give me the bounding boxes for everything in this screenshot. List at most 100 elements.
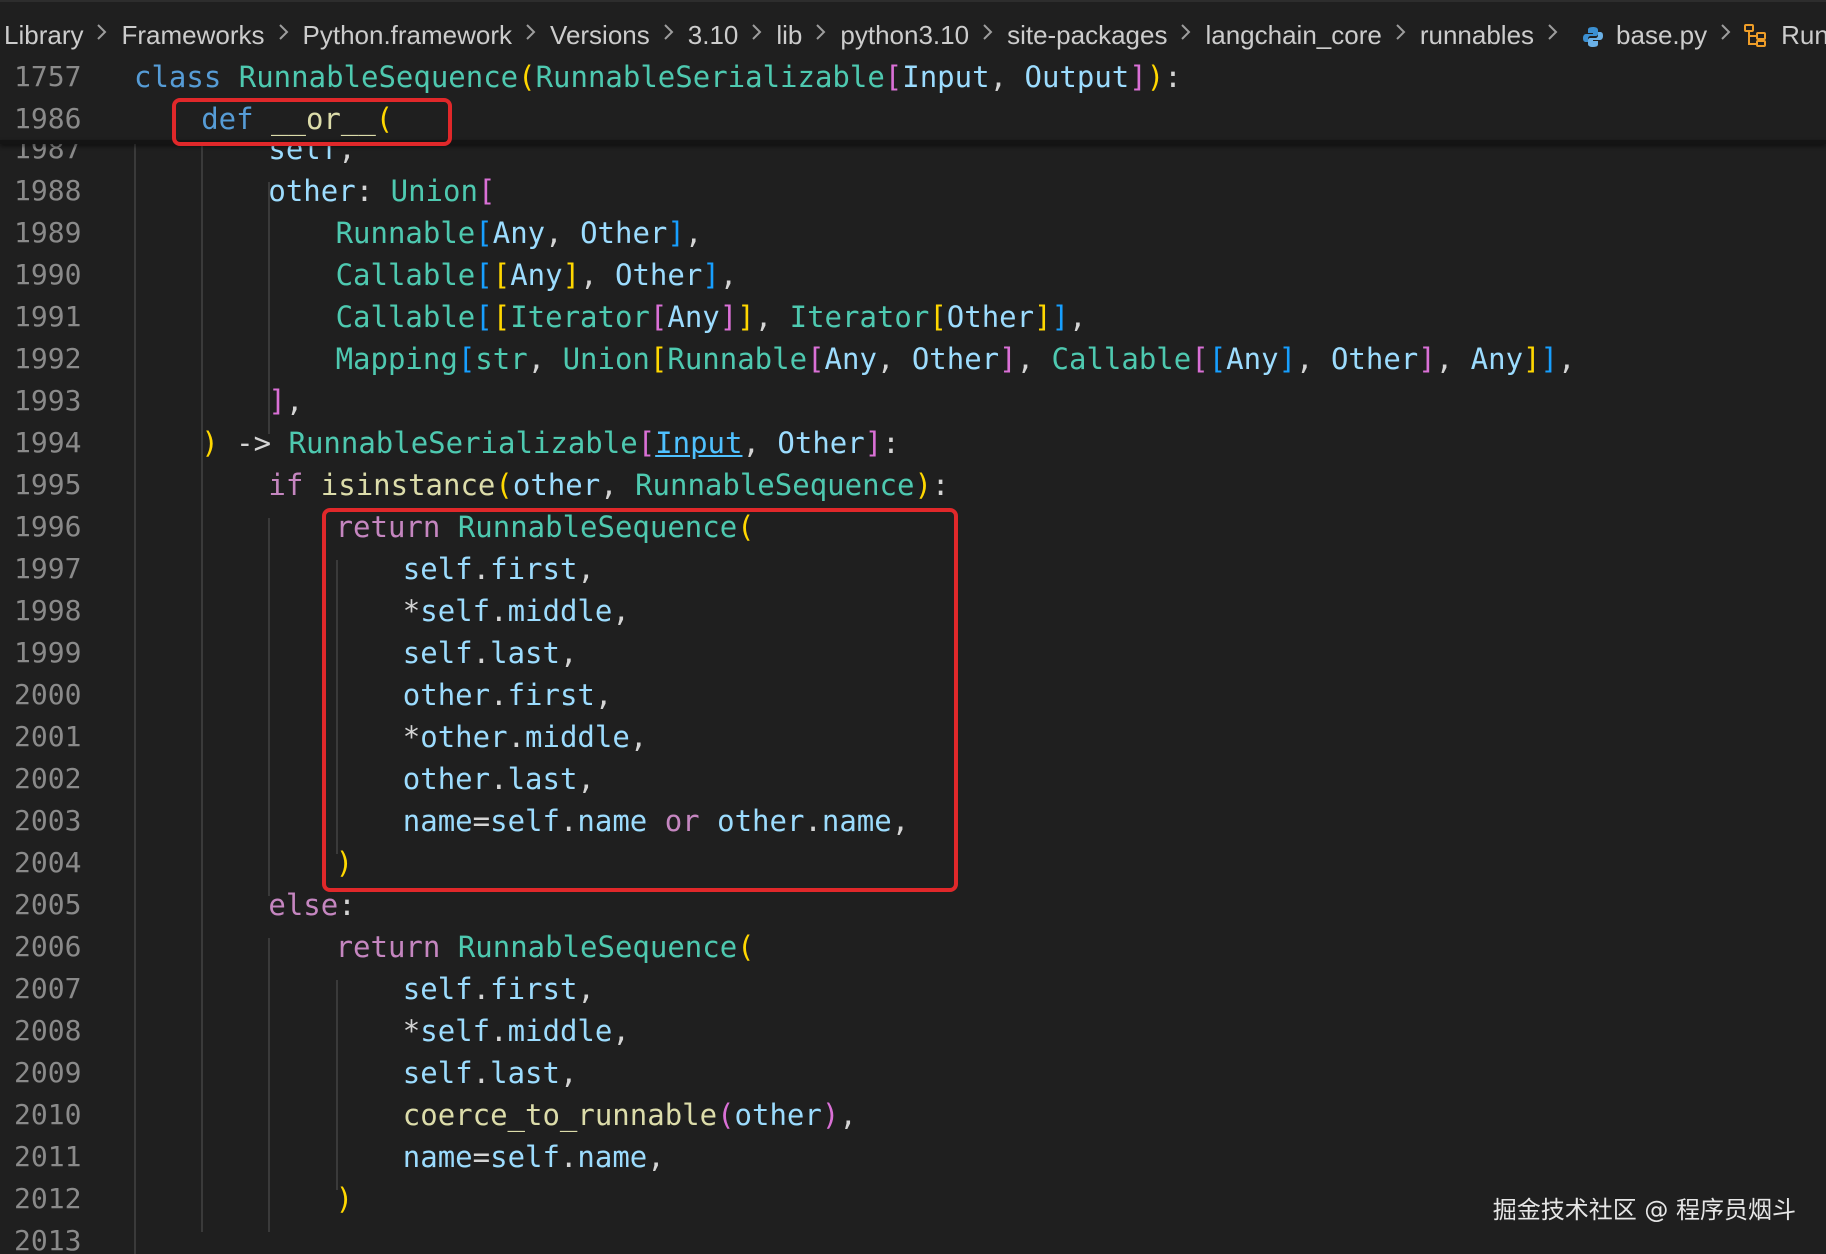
- line-number: 1997: [14, 552, 82, 585]
- code-token: ,: [1069, 300, 1087, 334]
- breadcrumb-symbol[interactable]: Run: [1775, 20, 1826, 51]
- code-token: coerce_to_runnable: [402, 1098, 718, 1132]
- line-number: 2013: [14, 1224, 82, 1254]
- code-line[interactable]: 1993],: [0, 380, 1826, 422]
- code-text: Mapping[str, Union[Runnable[Any, Other],…: [336, 338, 1576, 380]
- code-token: ]: [702, 258, 720, 292]
- code-token: .: [472, 972, 491, 1006]
- editor-pane[interactable]: 1987 self, 1988 other: Union[1989 Runnable[A…: [0, 0, 1826, 1254]
- line-number: 1988: [14, 174, 82, 207]
- breadcrumb-item[interactable]: Frameworks: [115, 20, 270, 51]
- code-line[interactable]: 2006 return RunnableSequence(: [0, 926, 1826, 968]
- code-token: Other: [1330, 342, 1419, 376]
- code-token: middle: [507, 1014, 613, 1048]
- code-token: *: [402, 1014, 421, 1048]
- code-token: (: [737, 930, 755, 964]
- code-token: self: [490, 1140, 560, 1174]
- code-token: name: [577, 1140, 648, 1174]
- code-token: Other: [946, 300, 1035, 334]
- code-token: (: [717, 1098, 735, 1132]
- code-token: if: [268, 468, 321, 502]
- code-token: last: [490, 1056, 560, 1090]
- code-token: Any: [492, 216, 546, 250]
- line-number: 1994: [14, 426, 82, 459]
- code-token: :: [355, 174, 391, 208]
- code-token: ]: [1051, 300, 1070, 334]
- code-line[interactable]: 1995 if isinstance(other, RunnableSequenc…: [0, 464, 1826, 506]
- code-editor-window: 1987 self, 1988 other: Union[1989 Runnable[A…: [0, 0, 1826, 1254]
- breadcrumb-item[interactable]: site-packages: [1001, 20, 1173, 51]
- code-token: Runnable: [667, 342, 808, 376]
- code-token: ]: [737, 300, 755, 334]
- code-line[interactable]: 1991 Callable[[Iterator[Any]], Iterator[O…: [0, 296, 1826, 338]
- breadcrumb-file[interactable]: base.py: [1610, 20, 1713, 51]
- line-number: 2005: [14, 888, 82, 921]
- line-number: 1993: [14, 384, 82, 417]
- code-line[interactable]: 2010 coerce_to_runnable(other),: [0, 1094, 1826, 1136]
- breadcrumb-item[interactable]: langchain_core: [1199, 20, 1387, 51]
- breadcrumb-item[interactable]: Library: [0, 20, 89, 51]
- code-token: Any: [1470, 342, 1524, 376]
- line-number: 2003: [14, 804, 82, 837]
- code-token: [: [477, 174, 496, 208]
- code-token: ): [335, 1182, 354, 1216]
- line-number: 1992: [14, 342, 82, 375]
- code-token: [: [649, 342, 668, 376]
- chevron-right-icon: [1173, 21, 1199, 49]
- code-token: other: [512, 468, 601, 502]
- code-token: (: [495, 468, 513, 502]
- code-token: [: [475, 258, 493, 292]
- code-line[interactable]: 1989 Runnable[Any, Other],: [0, 212, 1826, 254]
- code-token: ]: [268, 384, 286, 418]
- code-token: RunnableSequence: [457, 930, 738, 964]
- code-token: other: [734, 1098, 822, 1132]
- code-token: [: [492, 300, 511, 334]
- code-token: Other: [615, 258, 703, 292]
- chevron-right-icon: [1540, 21, 1566, 49]
- code-token: ): [914, 468, 932, 502]
- code-token: [: [457, 342, 476, 376]
- code-line[interactable]: 2007 self.first,: [0, 968, 1826, 1010]
- code-token: Any: [510, 258, 563, 292]
- code-text: ) -> RunnableSerializable[Input, Other]:: [201, 422, 899, 464]
- line-number: 2000: [14, 678, 82, 711]
- breadcrumb-item[interactable]: Python.framework: [297, 20, 519, 51]
- code-line[interactable]: 2008 *self.middle,: [0, 1010, 1826, 1052]
- breadcrumb-item[interactable]: 3.10: [682, 20, 745, 51]
- code-token: Callable: [1051, 342, 1192, 376]
- code-line[interactable]: 2013: [0, 1220, 1826, 1254]
- code-line[interactable]: 1988 other: Union[: [0, 170, 1826, 212]
- breadcrumb-item[interactable]: Versions: [544, 20, 656, 51]
- code-line[interactable]: 2009 self.last,: [0, 1052, 1826, 1094]
- code-token: ->: [218, 426, 289, 460]
- breadcrumb-item[interactable]: lib: [770, 20, 808, 51]
- code-line[interactable]: 1990 Callable[[Any], Other],: [0, 254, 1826, 296]
- code-text: Runnable[Any, Other],: [336, 212, 703, 254]
- code-token: ,: [612, 1014, 630, 1048]
- code-token: [: [1191, 342, 1209, 376]
- code-token: :: [338, 888, 356, 922]
- code-line[interactable]: 2011 name=self.name,: [0, 1136, 1826, 1178]
- line-number: 1995: [14, 468, 82, 501]
- code-line[interactable]: 1994 ) -> RunnableSerializable[Input, Oth…: [0, 422, 1826, 464]
- code-token: ,: [1557, 342, 1576, 376]
- code-text: self.last,: [403, 1052, 578, 1094]
- chevron-right-icon: [975, 21, 1001, 49]
- code-line[interactable]: 1992 Mapping[str, Union[Runnable[Any, Oth…: [0, 338, 1826, 380]
- code-token: Union: [390, 174, 478, 208]
- breadcrumb-item[interactable]: python3.10: [834, 20, 975, 51]
- code-token: ,: [577, 972, 595, 1006]
- code-token: [: [475, 216, 493, 250]
- breadcrumb: Library Frameworks Python.framework Version…: [0, 0, 1826, 68]
- code-token: Mapping: [335, 342, 458, 376]
- code-token: ,: [684, 216, 703, 250]
- code-token: ]: [1034, 300, 1052, 334]
- breadcrumb-item[interactable]: runnables: [1414, 20, 1540, 51]
- code-token: [: [475, 300, 493, 334]
- line-number: 1986: [14, 102, 82, 135]
- line-number: 1990: [14, 258, 82, 291]
- code-token: Callable: [335, 300, 476, 334]
- code-token: :: [882, 426, 900, 460]
- code-text: ): [336, 1178, 353, 1220]
- code-token: other: [268, 174, 356, 208]
